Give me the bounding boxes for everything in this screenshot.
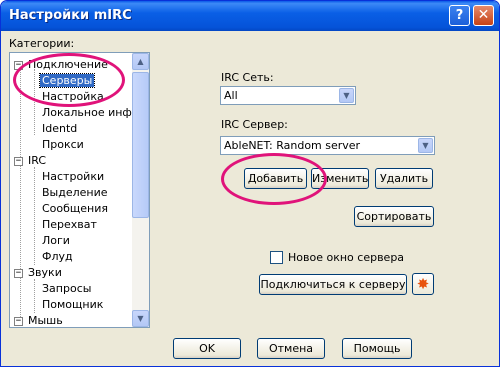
categories-label: Категории: [9,37,75,50]
collapse-icon[interactable]: − [14,156,23,166]
help-button[interactable]: Помощь [342,338,412,359]
server-select[interactable]: AbleNET: Random server ▼ [220,136,435,155]
new-window-label: Новое окно сервера [288,251,405,264]
ok-button[interactable]: OK [173,338,241,359]
favorites-star-icon[interactable]: ✸ [412,273,434,295]
highlight-circle-add [221,153,327,205]
tree-item-flood[interactable]: Флуд [40,249,75,265]
tree-item-messages[interactable]: Сообщения [40,201,110,217]
server-value: AbleNET: Random server [224,139,361,152]
window-title: Настройки mIRC [9,8,132,23]
highlight-circle-servers [13,53,125,107]
chevron-down-icon[interactable]: ▼ [418,138,433,153]
tree-item-proxy[interactable]: Прокси [40,137,86,153]
tree-scrollbar[interactable]: ▲ ▼ [132,53,149,327]
tree-item-mouse[interactable]: − Мышь [14,313,65,327]
collapse-icon[interactable]: − [14,268,23,278]
chevron-down-icon[interactable]: ▼ [339,88,354,103]
tree-item-sounds[interactable]: − Звуки [14,265,64,281]
connect-button[interactable]: Подключиться к серверу [259,274,407,295]
tree-item-options[interactable]: Настройки [40,169,106,185]
tree-line [34,167,35,265]
tree-line [34,279,35,313]
tree-item-highlight[interactable]: Выделение [40,185,110,201]
scroll-down-icon[interactable]: ▼ [132,310,149,327]
help-title-button[interactable]: ? [449,5,470,26]
scroll-thumb[interactable] [132,72,149,218]
collapse-icon[interactable]: − [14,316,23,326]
close-button[interactable]: ✕ [473,5,494,26]
sort-button[interactable]: Сортировать [354,206,434,227]
tree-item-agent[interactable]: Помощник [40,297,105,313]
tree-item-identd[interactable]: Identd [40,121,79,137]
network-value: All [224,89,238,102]
tree-item-logs[interactable]: Логи [40,233,72,249]
cancel-button[interactable]: Отмена [257,338,325,359]
scroll-up-icon[interactable]: ▲ [132,53,149,70]
title-bar[interactable]: Настройки mIRC ? ✕ [1,1,499,31]
tree-item-catcher[interactable]: Перехват [40,217,99,233]
tree-line [20,69,21,319]
network-select[interactable]: All ▼ [220,86,356,105]
server-label: IRC Сервер: [221,118,288,131]
delete-button[interactable]: Удалить [375,168,433,189]
tree-item-requests[interactable]: Запросы [40,281,93,297]
settings-dialog: Настройки mIRC ? ✕ Категории: − Подключен… [0,0,500,367]
tree-item-local-info[interactable]: Локальное инфо [40,105,133,121]
tree-item-irc[interactable]: − IRC [14,153,48,169]
new-window-checkbox[interactable] [270,251,283,264]
network-label: IRC Сеть: [221,71,274,84]
